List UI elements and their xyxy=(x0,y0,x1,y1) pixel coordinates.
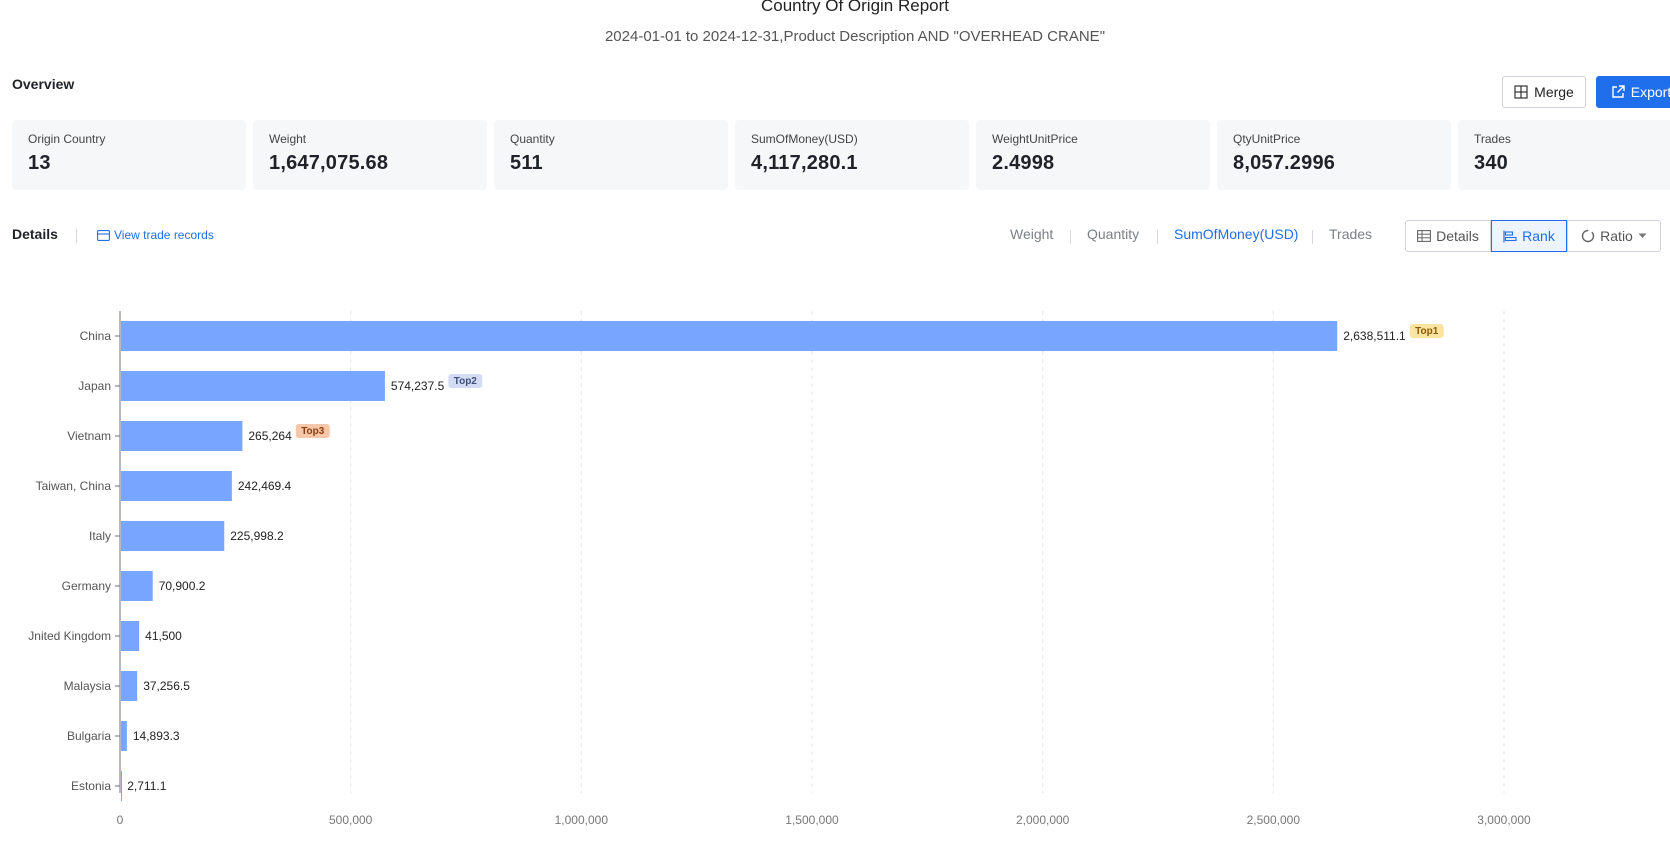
bar xyxy=(121,771,122,801)
card-icon xyxy=(97,229,110,241)
category-label: Germany xyxy=(62,579,111,593)
stat-label: SumOfMoney(USD) xyxy=(751,132,858,146)
value-label: 242,469.4 xyxy=(238,479,292,493)
divider xyxy=(1157,230,1158,244)
rank-bar-chart: 0 500,000 1,000,000 1,500,000 2,000,000 2,500… xyxy=(28,311,1531,827)
value-label: 574,237.5 xyxy=(391,379,445,393)
rank-view-button[interactable]: Rank xyxy=(1491,220,1567,252)
x-tick-label: 2,000,000 xyxy=(1016,813,1070,827)
stat-card-weight-unit-price: WeightUnitPrice 2.4998 xyxy=(976,120,1210,190)
stat-card-origin-country: Origin Country 13 xyxy=(12,120,246,190)
view-toggle-group: Details Rank Ratio xyxy=(1405,220,1661,252)
merge-icon xyxy=(1514,85,1528,99)
rank-bars-icon xyxy=(1503,230,1517,242)
stat-label: Quantity xyxy=(510,132,555,146)
x-tick-label: 2,500,000 xyxy=(1247,813,1301,827)
divider xyxy=(1070,230,1071,244)
category-label: Malaysia xyxy=(64,679,112,693)
export-button[interactable]: Export xyxy=(1596,76,1670,108)
stat-label: Trades xyxy=(1474,132,1511,146)
x-tick-label: 0 xyxy=(117,813,124,827)
bar xyxy=(121,621,140,651)
stat-card-sum-of-money: SumOfMoney(USD) 4,117,280.1 xyxy=(735,120,969,190)
bar xyxy=(121,371,385,401)
bar xyxy=(121,521,225,551)
stat-label: WeightUnitPrice xyxy=(992,132,1078,146)
details-view-button[interactable]: Details xyxy=(1405,220,1491,252)
bar xyxy=(121,421,243,451)
view-trade-records-label: View trade records xyxy=(114,228,214,242)
stat-label: Weight xyxy=(269,132,307,146)
bar xyxy=(121,571,153,601)
ratio-ring-icon xyxy=(1581,229,1595,243)
x-tick-label: 500,000 xyxy=(329,813,373,827)
rank-chart: 0 500,000 1,000,000 1,500,000 2,000,000 2,500… xyxy=(0,300,1670,844)
value-label: 14,893.3 xyxy=(133,729,180,743)
rank-view-label: Rank xyxy=(1522,228,1555,244)
stat-value: 13 xyxy=(28,152,51,174)
stat-value: 511 xyxy=(510,152,543,174)
report-subtitle: 2024-01-01 to 2024-12-31,Product Descrip… xyxy=(604,28,1106,45)
bar xyxy=(121,321,1338,351)
tab-sum-of-money[interactable]: SumOfMoney(USD) xyxy=(1174,226,1298,242)
report-title: Country Of Origin Report xyxy=(760,0,949,15)
divider xyxy=(1312,230,1313,244)
tab-trades[interactable]: Trades xyxy=(1329,226,1372,242)
stat-label: Origin Country xyxy=(28,132,106,146)
x-tick-label: 1,500,000 xyxy=(785,813,839,827)
chevron-down-icon xyxy=(1638,233,1647,238)
stat-value: 4,117,280.1 xyxy=(751,152,858,174)
tab-weight[interactable]: Weight xyxy=(1010,226,1053,242)
category-label: Vietnam xyxy=(67,429,111,443)
value-label: 70,900.2 xyxy=(159,579,206,593)
stats-row: Origin Country 13 Weight 1,647,075.68 Qu… xyxy=(12,120,1670,190)
value-label: 37,256.5 xyxy=(143,679,190,693)
bar xyxy=(121,471,232,501)
category-label: Italy xyxy=(89,529,111,543)
stat-value: 2.4998 xyxy=(992,152,1055,174)
overview-heading: Overview xyxy=(12,76,75,92)
bar xyxy=(121,721,127,751)
stat-label: QtyUnitPrice xyxy=(1233,132,1301,146)
export-icon xyxy=(1612,85,1625,98)
rank-badge-label: Top1 xyxy=(1415,326,1439,337)
rank-badge-label: Top3 xyxy=(301,426,325,437)
tab-quantity[interactable]: Quantity xyxy=(1087,226,1139,242)
merge-button[interactable]: Merge xyxy=(1502,76,1586,108)
value-label: 2,711.1 xyxy=(127,779,166,793)
details-view-label: Details xyxy=(1436,228,1479,244)
rank-badge-label: Top2 xyxy=(454,376,478,387)
category-label: Jnited Kingdom xyxy=(28,629,111,643)
x-tick-label: 1,000,000 xyxy=(555,813,609,827)
table-icon xyxy=(1417,230,1432,242)
stat-card-quantity: Quantity 511 xyxy=(494,120,728,190)
ratio-view-label: Ratio xyxy=(1600,228,1633,244)
value-label: 41,500 xyxy=(145,629,182,643)
value-label: 225,998.2 xyxy=(230,529,284,543)
category-label: Japan xyxy=(78,379,111,393)
ratio-view-dropdown[interactable]: Ratio xyxy=(1567,220,1661,252)
details-heading: Details xyxy=(12,226,58,242)
value-label: 2,638,511.1 xyxy=(1343,329,1406,343)
category-label: Taiwan, China xyxy=(36,479,112,493)
export-label: Export xyxy=(1630,84,1670,100)
category-label: Bulgaria xyxy=(67,729,111,743)
merge-label: Merge xyxy=(1534,84,1574,100)
category-label: China xyxy=(80,329,112,343)
x-tick-label: 3,000,000 xyxy=(1477,813,1531,827)
stat-value: 340 xyxy=(1474,152,1508,174)
bar xyxy=(121,671,138,701)
category-label: Estonia xyxy=(71,779,111,793)
stat-value: 1,647,075.68 xyxy=(269,152,389,174)
stat-value: 8,057.2996 xyxy=(1233,152,1336,174)
view-trade-records-link[interactable]: View trade records xyxy=(97,228,214,242)
stat-card-qty-unit-price: QtyUnitPrice 8,057.2996 xyxy=(1217,120,1451,190)
divider xyxy=(76,229,77,243)
stat-card-trades: Trades 340 xyxy=(1458,120,1670,190)
value-label: 265,264 xyxy=(248,429,292,443)
stat-card-weight: Weight 1,647,075.68 xyxy=(253,120,487,190)
